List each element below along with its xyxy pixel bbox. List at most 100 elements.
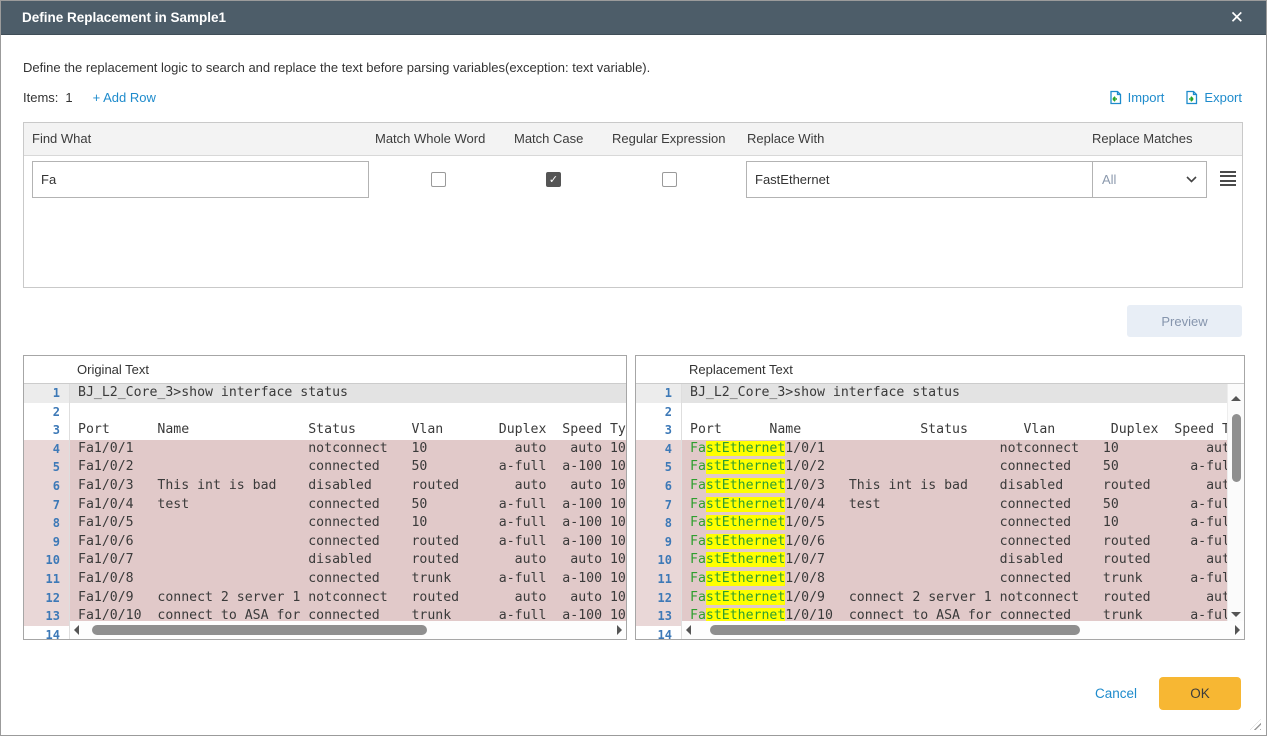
code-line: 6Fa1/0/3 This int is bad disabled routed… (24, 477, 626, 496)
preview-row: Preview (1, 305, 1242, 337)
code-line: 10Fa1/0/7 disabled routed auto auto 10/1… (24, 551, 626, 570)
code-line: 9Fa1/0/6 connected routed a-full a-100 1… (24, 533, 626, 552)
line-number: 11 (24, 570, 70, 589)
replaced-match-prefix: Fa (690, 497, 706, 512)
line-text: Fa1/0/7 disabled routed auto auto 10/100… (70, 551, 626, 570)
replacement-rules-table: Find What Match Whole Word Match Case Re… (23, 122, 1243, 288)
line-text: FastEthernet1/0/1 notconnect 10 auto aut… (682, 440, 1244, 459)
scroll-left-arrow-icon[interactable] (686, 625, 691, 635)
line-number: 3 (24, 421, 70, 440)
line-number: 6 (636, 477, 682, 496)
replaced-match-prefix: Fa (690, 478, 706, 493)
row-menu-icon[interactable] (1220, 171, 1236, 186)
code-line: 5Fa1/0/2 connected 50 a-full a-100 10/10… (24, 458, 626, 477)
items-label: Items: (23, 90, 58, 105)
line-text: FastEthernet1/0/3 This int is bad disabl… (682, 477, 1244, 496)
line-text: Fa1/0/9 connect 2 server 1 notconnect ro… (70, 589, 626, 608)
line-text: FastEthernet1/0/8 connected trunk a-full… (682, 570, 1244, 589)
col-match-case: Match Case (514, 131, 583, 146)
line-number: 9 (24, 533, 70, 552)
code-line: 8Fa1/0/5 connected 10 a-full a-100 10/10… (24, 514, 626, 533)
col-replace-with: Replace With (747, 131, 824, 146)
replaced-text-highlight: stEthernet (706, 571, 785, 586)
code-line: 1BJ_L2_Core_3>show interface status (24, 384, 626, 403)
line-text: FastEthernet1/0/9 connect 2 server 1 not… (682, 589, 1244, 608)
import-button[interactable]: Import (1108, 90, 1165, 105)
line-text: BJ_L2_Core_3>show interface status (70, 384, 626, 403)
find-what-input[interactable] (32, 161, 369, 198)
scroll-right-arrow-icon[interactable] (617, 625, 622, 635)
import-icon (1108, 90, 1123, 105)
replace-with-input[interactable] (746, 161, 1109, 198)
preview-button[interactable]: Preview (1127, 305, 1242, 337)
code-line: 3Port Name Status Vlan Duplex Speed Type (636, 421, 1244, 440)
line-text: Fa1/0/8 connected trunk a-full a-100 10/… (70, 570, 626, 589)
line-text: FastEthernet1/0/4 test connected 50 a-fu… (682, 496, 1244, 515)
code-line: 2 (24, 403, 626, 422)
scroll-right-arrow-icon[interactable] (1235, 625, 1240, 635)
line-number: 10 (24, 551, 70, 570)
col-match-whole-word: Match Whole Word (375, 131, 485, 146)
add-row-button[interactable]: + Add Row (93, 90, 156, 105)
replaced-match-prefix: Fa (690, 459, 706, 474)
line-number: 2 (636, 403, 682, 422)
ok-button[interactable]: OK (1159, 677, 1241, 710)
line-number: 1 (636, 384, 682, 403)
col-replace-matches: Replace Matches (1092, 131, 1192, 146)
replacement-text-body: 1BJ_L2_Core_3>show interface status23Por… (636, 384, 1244, 639)
line-number: 4 (636, 440, 682, 459)
line-number: 14 (636, 626, 682, 639)
replace-matches-value: All (1102, 172, 1186, 187)
original-text-body: 1BJ_L2_Core_3>show interface status23Por… (24, 384, 626, 639)
dialog-description: Define the replacement logic to search a… (23, 60, 1242, 75)
dialog-title: Define Replacement in Sample1 (22, 10, 1222, 25)
line-number: 9 (636, 533, 682, 552)
replaced-match-prefix: Fa (690, 441, 706, 456)
scroll-left-arrow-icon[interactable] (74, 625, 79, 635)
line-text: Fa1/0/5 connected 10 a-full a-100 10/100… (70, 514, 626, 533)
code-line: 3Port Name Status Vlan Duplex Speed Type (24, 421, 626, 440)
vertical-scroll-thumb[interactable] (1232, 414, 1241, 482)
match-case-checkbox[interactable]: ✓ (546, 172, 561, 187)
code-line: 9FastEthernet1/0/6 connected routed a-fu… (636, 533, 1244, 552)
line-number: 5 (24, 458, 70, 477)
col-find-what: Find What (32, 131, 91, 146)
close-icon[interactable]: ✕ (1222, 9, 1252, 26)
replaced-text-highlight: stEthernet (706, 590, 785, 605)
replaced-text-highlight: stEthernet (706, 459, 785, 474)
code-line: 7FastEthernet1/0/4 test connected 50 a-f… (636, 496, 1244, 515)
scroll-up-arrow-icon[interactable] (1231, 396, 1241, 401)
replaced-text-highlight: stEthernet (706, 534, 785, 549)
horizontal-scroll-thumb[interactable] (710, 625, 1080, 635)
replaced-match-prefix: Fa (690, 571, 706, 586)
line-text: Fa1/0/6 connected routed a-full a-100 10… (70, 533, 626, 552)
line-number: 7 (24, 496, 70, 515)
match-whole-word-checkbox[interactable] (431, 172, 446, 187)
replaced-text-highlight: stEthernet (706, 441, 785, 456)
scroll-down-arrow-icon[interactable] (1231, 612, 1241, 617)
horizontal-scroll-thumb[interactable] (92, 625, 427, 635)
replaced-text-highlight: stEthernet (706, 552, 785, 567)
regular-expression-checkbox[interactable] (662, 172, 677, 187)
line-text: Fa1/0/4 test connected 50 a-full a-100 1… (70, 496, 626, 515)
export-button[interactable]: Export (1184, 90, 1242, 105)
horizontal-scrollbar[interactable] (682, 621, 1244, 639)
col-regular-expression: Regular Expression (612, 131, 725, 146)
line-text: Port Name Status Vlan Duplex Speed Type (682, 421, 1244, 440)
replace-matches-select[interactable]: All (1092, 161, 1207, 198)
code-line: 8FastEthernet1/0/5 connected 10 a-full a… (636, 514, 1244, 533)
vertical-scrollbar[interactable] (1227, 384, 1244, 621)
line-number: 10 (636, 551, 682, 570)
line-number: 6 (24, 477, 70, 496)
resize-grip-icon[interactable] (1250, 719, 1261, 730)
line-text: BJ_L2_Core_3>show interface status (682, 384, 1244, 403)
code-line: 7Fa1/0/4 test connected 50 a-full a-100 … (24, 496, 626, 515)
cancel-button[interactable]: Cancel (1095, 686, 1137, 701)
items-count: 1 (65, 90, 72, 105)
export-label: Export (1204, 90, 1242, 105)
horizontal-scrollbar[interactable] (70, 621, 626, 639)
line-number: 13 (636, 607, 682, 626)
code-line: 1BJ_L2_Core_3>show interface status (636, 384, 1244, 403)
code-line: 5FastEthernet1/0/2 connected 50 a-full a… (636, 458, 1244, 477)
line-number: 14 (24, 626, 70, 639)
